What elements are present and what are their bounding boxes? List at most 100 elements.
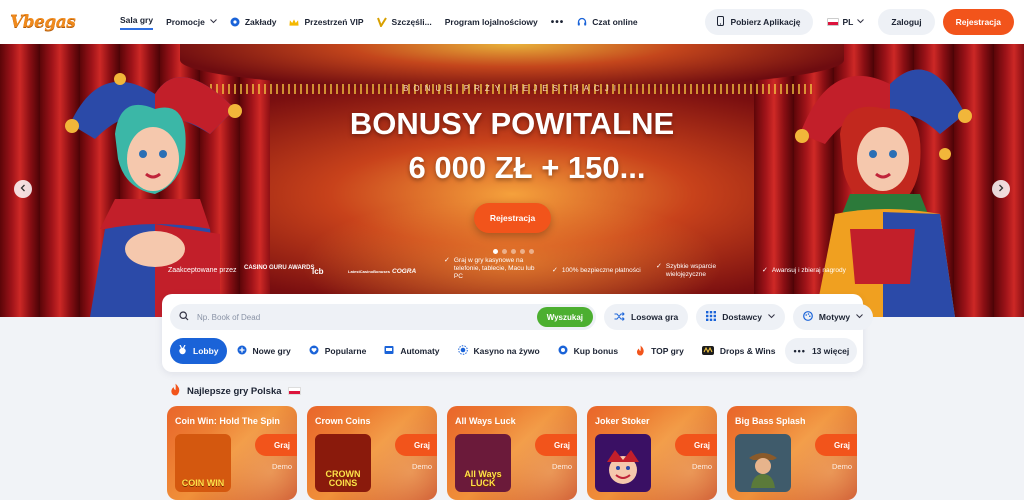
hero-amount: 6 000 ZŁ + 150... [408, 150, 646, 185]
tab-label: Popularne [324, 346, 367, 356]
carousel-dot[interactable] [502, 249, 507, 254]
nav-item-czat[interactable]: Czat online [577, 0, 650, 44]
accepted-by-label: Zaakceptowane przez [168, 267, 237, 274]
game-thumbnail[interactable]: All Ways LUCK [455, 434, 511, 492]
play-button[interactable]: Graj [815, 434, 857, 456]
chevron-down-icon [856, 313, 863, 321]
carousel-next-button[interactable] [992, 180, 1010, 198]
download-app-button[interactable]: Pobierz Aplikację [705, 9, 813, 35]
tab-new-games[interactable]: Nowe gry [229, 338, 299, 364]
game-title: Coin Win: Hold The Spin [175, 416, 280, 426]
tab-live-casino[interactable]: Kasyno na żywo [450, 338, 548, 364]
nav-label: Program lojalnościowy [444, 17, 538, 27]
play-button[interactable]: Graj [255, 434, 297, 456]
login-button[interactable]: Zaloguj [878, 9, 935, 35]
play-button[interactable]: Graj [395, 434, 437, 456]
coin-icon [558, 345, 568, 357]
random-game-button[interactable]: Losowa gra [604, 304, 689, 330]
play-button[interactable]: Graj [675, 434, 717, 456]
logo[interactable]: Vbegas [10, 12, 120, 32]
demo-link[interactable]: Demo [395, 462, 437, 471]
tab-label: Kup bonus [573, 346, 619, 356]
tab-top-games[interactable]: TOP gry [628, 338, 692, 364]
demo-link[interactable]: Demo [815, 462, 857, 471]
more-dots-icon: ••• [550, 16, 565, 28]
register-button[interactable]: Rejestracja [942, 9, 1014, 35]
tab-more[interactable]: ••• 13 więcej [785, 338, 858, 364]
fire-icon [636, 345, 645, 358]
game-card[interactable]: All Ways Luck All Ways LUCK Graj Demo [447, 406, 577, 500]
check-icon: ✓ [762, 267, 768, 274]
game-thumbnail-text: COIN WIN [181, 478, 225, 488]
feature-text: Awansuj i zbieraj nagrody [771, 267, 846, 274]
tab-lobby[interactable]: Lobby [170, 338, 227, 364]
language-label: PL [842, 17, 854, 27]
nav-item-vip[interactable]: Przestrzeń VIP [289, 0, 376, 44]
carousel-dot[interactable] [511, 249, 516, 254]
game-card[interactable]: Big Bass Splash Graj Demo [727, 406, 857, 500]
download-app-label: Pobierz Aplikację [730, 17, 801, 27]
nav-item-szczescie[interactable]: Szczęśli... [376, 0, 445, 44]
carousel-dot[interactable] [493, 249, 498, 254]
trust-bar: Zaakceptowane przez CASINO GURU AWARDS l… [0, 257, 1024, 297]
carousel-dot[interactable] [520, 249, 525, 254]
joker-face-icon [607, 450, 639, 484]
tab-label: Automaty [400, 346, 440, 356]
game-card[interactable]: Coin Win: Hold The Spin COIN WIN Graj De… [167, 406, 297, 500]
language-selector[interactable]: PL [821, 17, 871, 27]
providers-dropdown[interactable]: Dostawcy [696, 304, 785, 330]
game-thumbnail[interactable] [595, 434, 651, 492]
chevron-down-icon [857, 18, 865, 26]
search-row: Wyszukaj Losowa gra Dostawcy Motywy [170, 304, 874, 330]
demo-link[interactable]: Demo [255, 462, 297, 471]
game-card[interactable]: Crown Coins CROWN COINS Graj Demo [307, 406, 437, 500]
nav-label: Przestrzeń VIP [304, 17, 364, 27]
tab-label: Lobby [193, 346, 219, 356]
tab-buy-bonus[interactable]: Kup bonus [550, 338, 626, 364]
carousel-prev-button[interactable] [14, 180, 32, 198]
search-button[interactable]: Wyszukaj [536, 307, 593, 327]
play-button[interactable]: Graj [535, 434, 577, 456]
demo-link[interactable]: Demo [535, 462, 577, 471]
nav-item-lojalnosc[interactable]: Program lojalnościowy [445, 0, 551, 44]
nav-item-promocje[interactable]: Promocje [166, 0, 230, 44]
horseshoe-icon [376, 17, 387, 27]
hero-register-button[interactable]: Rejestracja [474, 203, 551, 233]
search-box: Wyszukaj [170, 304, 596, 330]
lcb-badge: lcb [312, 267, 324, 276]
game-thumbnail[interactable] [735, 434, 791, 492]
feature-rewards: ✓ Awansuj i zbieraj nagrody [762, 267, 872, 275]
search-input[interactable] [197, 312, 529, 322]
feature-text: Szybkie wsparcie wielojęzyczne [665, 263, 717, 278]
nav-label: Szczęśli... [391, 17, 432, 27]
game-thumbnail[interactable]: COIN WIN [175, 434, 231, 492]
game-thumbnail-text: All Ways LUCK [464, 469, 502, 488]
nav-more[interactable]: ••• [551, 0, 578, 44]
nav-item-sala-gry[interactable]: Sala gry [120, 0, 166, 44]
section-title: Najlepsze gry Polska [187, 385, 282, 397]
casino-guru-badge: CASINO GURU AWARDS [244, 265, 315, 271]
more-dots-icon: ••• [793, 346, 806, 356]
tab-label: Drops & Wins [719, 346, 776, 356]
random-game-label: Losowa gra [631, 312, 679, 322]
logo-text: Vbegas [10, 12, 76, 32]
live-icon [457, 345, 468, 357]
game-card[interactable]: Joker Stoker Graj Demo [587, 406, 717, 500]
heart-icon [309, 345, 319, 357]
carousel-dot[interactable] [529, 249, 534, 254]
game-thumbnail[interactable]: CROWN COINS [315, 434, 371, 492]
tab-popular[interactable]: Popularne [301, 338, 375, 364]
themes-dropdown[interactable]: Motywy [792, 304, 874, 330]
hero-banner: BONUS PRZY REJESTRACJI BONUSY POWITALNE … [0, 44, 1024, 317]
tab-slots[interactable]: Automaty [376, 338, 447, 364]
cogra-badge: COGRA [392, 268, 417, 275]
game-title: Big Bass Splash [735, 416, 806, 426]
tab-drops-wins[interactable]: Drops & Wins [694, 338, 784, 364]
category-tabs: Lobby Nowe gry Popularne Automaty Kasyno… [170, 338, 858, 364]
poland-flag-icon [287, 387, 301, 395]
arrow-right-icon [997, 184, 1005, 194]
demo-link[interactable]: Demo [675, 462, 717, 471]
fire-icon [170, 383, 181, 399]
check-icon: ✓ [656, 263, 662, 270]
nav-item-zaklady[interactable]: Zakłady [230, 0, 290, 44]
